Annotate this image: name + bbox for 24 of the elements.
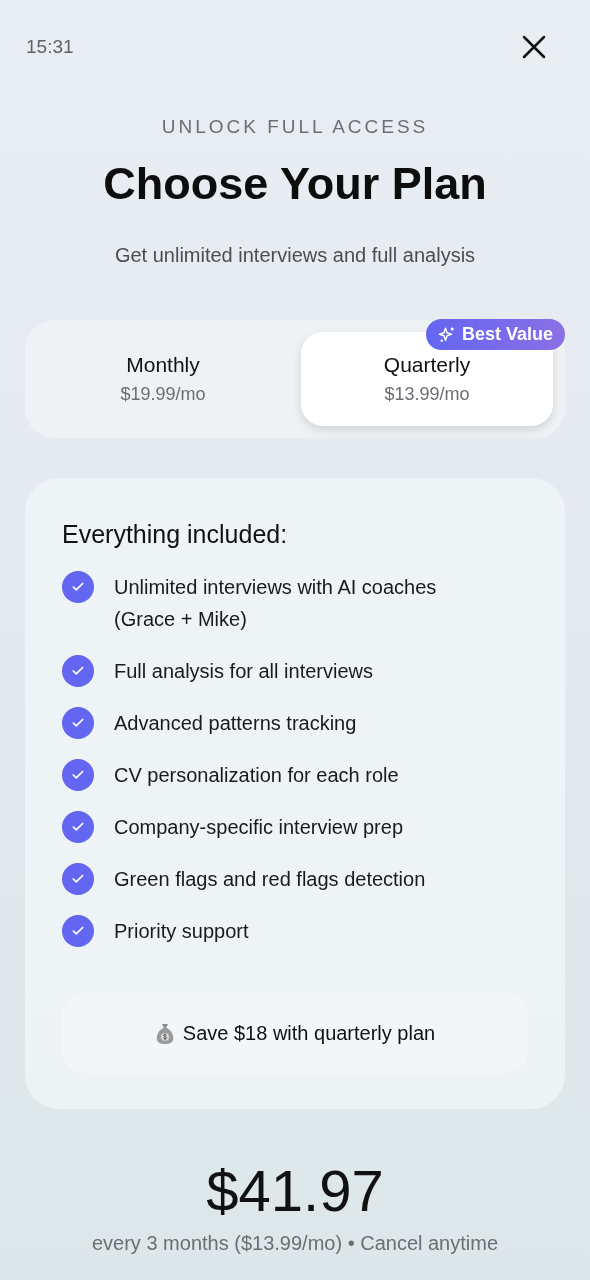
plan-name: Monthly [126,353,200,377]
features-heading: Everything included: [62,520,289,549]
feature-text: Unlimited interviews with AI coaches (Grace + Mike) [114,575,438,632]
subtitle: Get unlimited interviews and full analysis [114,244,476,267]
page-title: Choose Your Plan [103,158,487,210]
plan-price: $19.99/mo [120,384,206,405]
feature-text: Full analysis for all interviews [114,659,373,684]
plan-option[interactable]: Monthly $19.99/mo [37,332,289,426]
close-icon [522,35,546,59]
feature-text: Green flags and red flags detection [114,867,426,892]
plan-price: $13.99/mo [384,384,470,405]
close-button[interactable] [520,33,548,61]
feature-text: Advanced patterns tracking [114,711,357,736]
feature-text: CV personalization for each role [114,763,399,788]
plan-name: Quarterly [383,353,471,377]
sparkles-icon [437,325,456,344]
feature-text: Company-specific interview prep [114,815,403,840]
savings-text: Save $18 with quarterly plan [182,1021,436,1045]
total-price: $41.97 [206,1157,384,1224]
status-time: 15:31 [26,36,74,58]
billing-note: every 3 months ($13.99/mo) • Cancel anytime [91,1232,499,1255]
feature-text: Priority support [114,919,249,944]
money-bag-icon [154,1022,175,1044]
eyebrow-label: UNLOCK FULL ACCESS [161,116,429,138]
